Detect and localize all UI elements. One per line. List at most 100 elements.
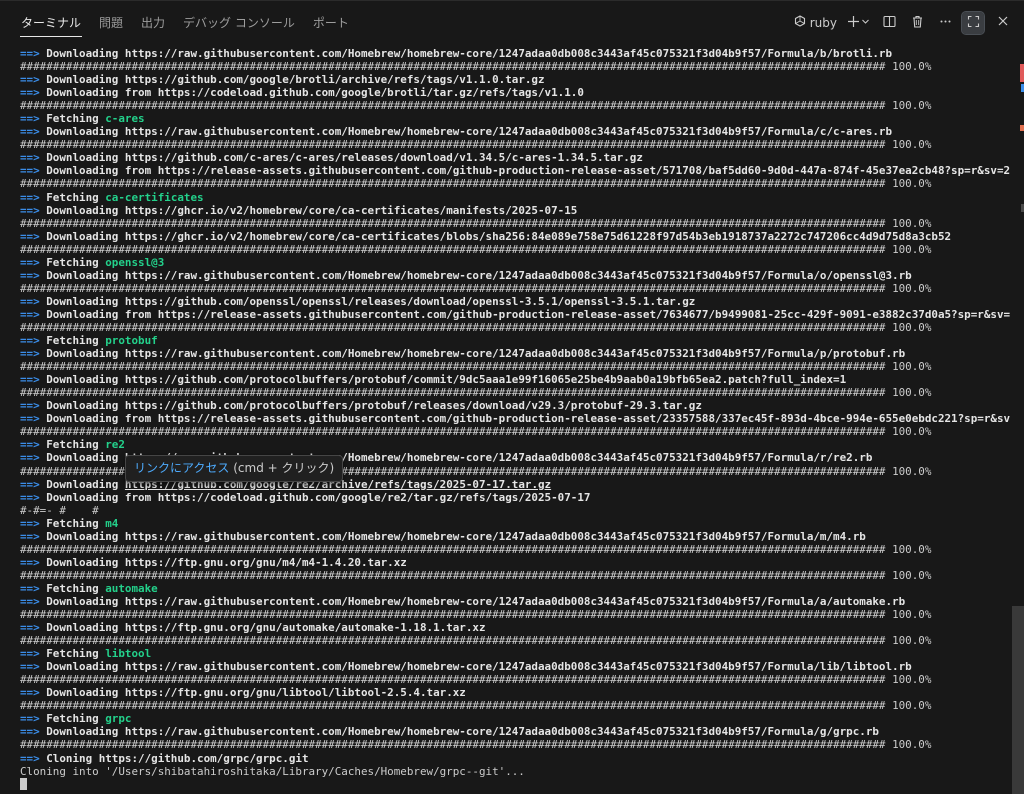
download-text: Downloading https://raw.githubuserconten… xyxy=(46,47,893,60)
terminal-line: ########################################… xyxy=(20,60,1012,73)
progress-bar: ########################################… xyxy=(20,60,886,74)
download-text: Downloading https://ftp.gnu.org/gnu/libt… xyxy=(46,686,466,700)
arrow-marker: ==> xyxy=(20,112,40,126)
terminal-line: ==> Fetching protobuf xyxy=(20,334,1012,347)
fetch-label: Fetching xyxy=(46,647,106,661)
progress-percent: 100.0% xyxy=(892,386,932,400)
terminal-line: ########################################… xyxy=(20,138,1012,151)
split-terminal-button[interactable] xyxy=(878,12,900,34)
terminal-line: ########################################… xyxy=(20,99,1012,112)
terminal-profile-button[interactable]: ruby xyxy=(790,12,841,34)
terminal-line: ########################################… xyxy=(20,608,1012,621)
progress-bar: ########################################… xyxy=(20,542,886,556)
formula-name: m4 xyxy=(105,516,119,530)
terminal-line: ==> Downloading https://raw.githubuserco… xyxy=(20,660,1012,673)
tab-problems[interactable]: 問題 xyxy=(90,1,132,45)
progress-percent: 100.0% xyxy=(892,99,932,113)
download-text: Downloading https://raw.githubuserconten… xyxy=(46,660,912,674)
link-tooltip: リンクにアクセス (cmd + クリック) xyxy=(125,455,344,482)
download-text: Downloading from https://release-assets.… xyxy=(46,412,1011,426)
progress-percent: 100.0% xyxy=(892,542,932,556)
arrow-marker: ==> xyxy=(20,164,40,178)
terminal-line: ########################################… xyxy=(20,177,1012,190)
new-terminal-button[interactable] xyxy=(847,12,870,34)
arrow-marker: ==> xyxy=(20,229,40,243)
terminal-line: ==> Downloading https://raw.githubuserco… xyxy=(20,47,1012,60)
arrow-marker: ==> xyxy=(20,751,40,765)
arrow-marker: ==> xyxy=(20,73,40,87)
terminal-line: ########################################… xyxy=(20,634,1012,647)
scroll-marker xyxy=(1020,64,1024,82)
arrow-marker: ==> xyxy=(20,399,40,413)
terminal-line: ########################################… xyxy=(20,321,1012,334)
arrow-marker: ==> xyxy=(20,307,40,321)
terminal-cursor xyxy=(20,777,27,790)
terminal-line: ########################################… xyxy=(20,673,1012,686)
output-text: Cloning into '/Users/shibatahiroshitaka/… xyxy=(20,764,525,778)
tab-terminal[interactable]: ターミナル xyxy=(12,1,90,45)
progress-bar: ########################################… xyxy=(20,673,886,687)
progress-percent: 100.0% xyxy=(892,60,932,74)
download-text: Downloading https://ghcr.io/v2/homebrew/… xyxy=(46,229,952,243)
terminal-line: ########################################… xyxy=(20,699,1012,712)
arrow-marker: ==> xyxy=(20,451,40,465)
follow-link-hint: (cmd + クリック) xyxy=(229,461,335,475)
terminal-line: ==> Fetching c-ares xyxy=(20,112,1012,125)
download-text: Downloading https://github.com/protocolb… xyxy=(46,373,847,387)
arrow-marker: ==> xyxy=(20,477,40,491)
arrow-marker: ==> xyxy=(20,516,40,530)
tab-ports[interactable]: ポート xyxy=(304,1,358,45)
download-text: Downloading https://ftp.gnu.org/gnu/auto… xyxy=(46,621,486,635)
terminal-output[interactable]: ==> Downloading https://raw.githubuserco… xyxy=(20,47,1012,794)
terminal-line: ==> Downloading https://raw.githubuserco… xyxy=(20,347,1012,360)
progress-percent: 100.0% xyxy=(892,699,932,713)
kill-terminal-button[interactable] xyxy=(906,12,928,34)
chevron-down-icon[interactable] xyxy=(861,17,870,29)
arrow-marker: ==> xyxy=(20,686,40,700)
terminal-line: ==> Fetching automake xyxy=(20,582,1012,595)
arrow-marker: ==> xyxy=(20,47,40,60)
scrollbar-thumb[interactable] xyxy=(1012,606,1024,794)
formula-name: protobuf xyxy=(105,334,158,348)
progress-percent: 100.0% xyxy=(892,464,932,478)
arrow-marker: ==> xyxy=(20,294,40,308)
more-icon xyxy=(939,15,952,32)
terminal-line: ==> Cloning https://github.com/grpc/grpc… xyxy=(20,752,1012,765)
close-panel-button[interactable] xyxy=(992,12,1014,34)
formula-name: re2 xyxy=(105,438,125,452)
tab-output[interactable]: 出力 xyxy=(132,1,174,45)
arrow-marker: ==> xyxy=(20,712,40,726)
progress-bar: ########################################… xyxy=(20,281,886,295)
formula-name: automake xyxy=(105,581,158,595)
terminal-line: ########################################… xyxy=(20,569,1012,582)
progress-bar: ########################################… xyxy=(20,216,886,230)
plus-icon xyxy=(847,15,860,32)
split-terminal-icon xyxy=(882,15,896,32)
terminal-line: ==> Downloading https://raw.githubuserco… xyxy=(20,725,1012,738)
progress-percent: 100.0% xyxy=(892,425,932,439)
fetch-label: Fetching xyxy=(46,516,106,530)
progress-bar: ########################################… xyxy=(20,320,886,334)
download-text: Downloading https://github.com/openssl/o… xyxy=(46,294,696,308)
arrow-marker: ==> xyxy=(20,334,40,348)
terminal-line: ==> Downloading https://raw.githubuserco… xyxy=(20,530,1012,543)
download-text: Downloading xyxy=(46,477,125,491)
follow-link-label[interactable]: リンクにアクセス xyxy=(134,461,229,475)
terminal-line xyxy=(20,777,1012,791)
download-text: Downloading https://raw.githubuserconten… xyxy=(46,347,906,361)
arrow-marker: ==> xyxy=(20,555,40,569)
terminal-line: ==> Downloading from https://release-ass… xyxy=(20,412,1012,425)
progress-bar: ########################################… xyxy=(20,608,886,622)
arrow-marker: ==> xyxy=(20,151,40,165)
tab-debug-console[interactable]: デバッグ コンソール xyxy=(174,1,304,45)
terminal-line: ########################################… xyxy=(20,282,1012,295)
formula-name: libtool xyxy=(105,647,152,661)
progress-percent: 100.0% xyxy=(892,634,932,648)
maximize-panel-button[interactable] xyxy=(961,11,985,35)
terminal-line: ==> Downloading from https://release-ass… xyxy=(20,308,1012,321)
terminal-line: ########################################… xyxy=(20,738,1012,751)
terminal-profile-label: ruby xyxy=(809,16,837,30)
more-actions-button[interactable] xyxy=(934,12,956,34)
progress-percent: 100.0% xyxy=(892,673,932,687)
progress-bar: ########################################… xyxy=(20,138,886,152)
